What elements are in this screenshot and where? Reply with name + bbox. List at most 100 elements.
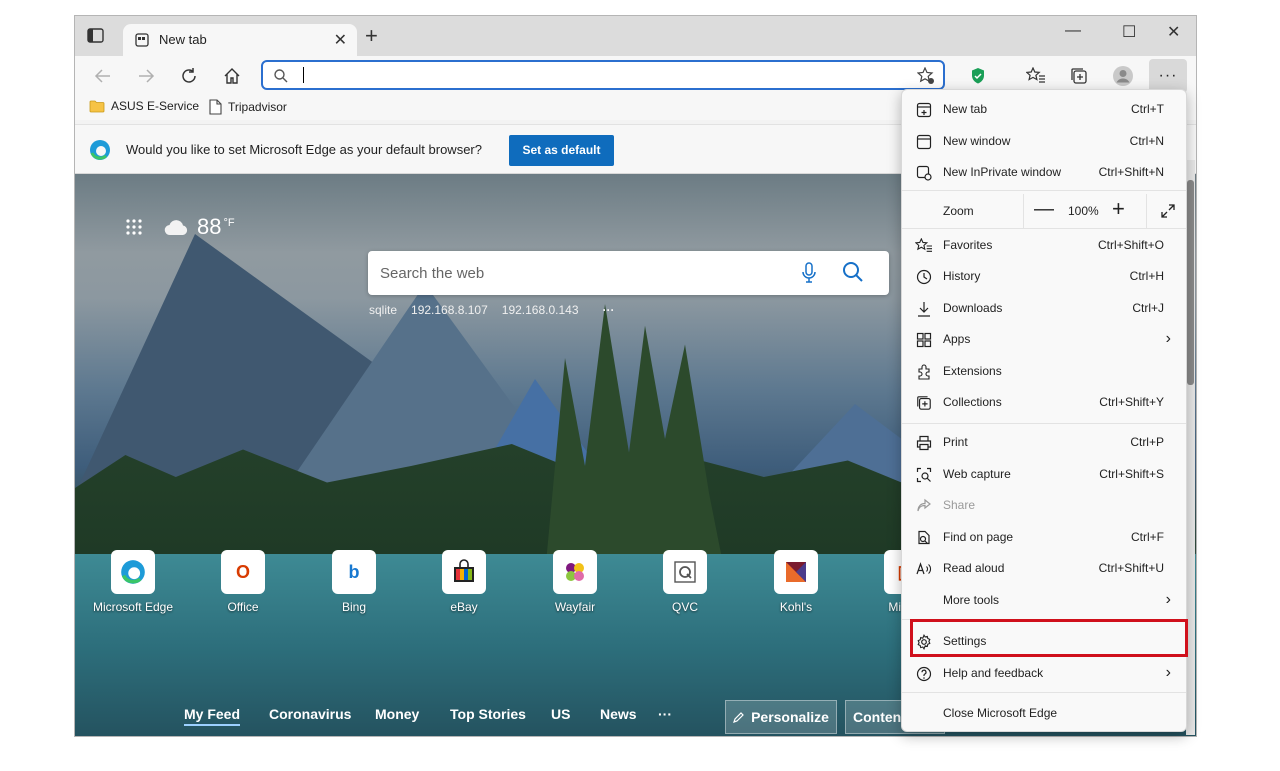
menu-item-extensions[interactable]: Extensions — [902, 356, 1186, 386]
microphone-icon[interactable] — [802, 262, 816, 289]
feed-tab-news[interactable]: News — [600, 706, 637, 722]
favorites-button[interactable] — [1024, 64, 1048, 88]
kohls-icon — [774, 550, 818, 594]
maximize-button[interactable]: ☐ — [1122, 22, 1136, 42]
top-site-qvc[interactable]: QVC — [630, 550, 740, 614]
settings-and-more-button[interactable]: ··· — [1149, 59, 1187, 93]
menu-item-history[interactable]: History Ctrl+H — [902, 261, 1186, 291]
feed-tab-my-feed[interactable]: My Feed — [184, 706, 241, 726]
menu-item-help-and-feedback[interactable]: Help and feedback › — [902, 658, 1186, 688]
top-site-microsoft-edge[interactable]: Microsoft Edge — [78, 550, 188, 614]
back-button[interactable] — [91, 64, 115, 88]
apps-icon — [915, 331, 933, 349]
avatar — [1113, 66, 1133, 86]
quick-link-sqlite[interactable]: sqlite — [369, 303, 397, 317]
personalize-button[interactable]: Personalize — [725, 700, 837, 734]
menu-item-shortcut: Ctrl+P — [1130, 435, 1164, 449]
menu-item-print[interactable]: Print Ctrl+P — [902, 427, 1186, 457]
close-window-button[interactable]: ✕ — [1167, 22, 1180, 42]
menu-item-favorites[interactable]: Favorites Ctrl+Shift+O — [902, 230, 1186, 260]
top-site-label: Kohl's — [779, 600, 813, 614]
tab-actions-icon[interactable] — [85, 26, 109, 48]
profile-button[interactable] — [1111, 64, 1135, 88]
app-launcher-icon[interactable] — [125, 218, 143, 241]
top-site-bing[interactable]: b Bing — [299, 550, 409, 614]
bookmark-tripadvisor[interactable]: Tripadvisor — [209, 99, 287, 115]
close-tab-icon[interactable]: ✕ — [334, 30, 347, 50]
menu-item-shortcut: Ctrl+Shift+U — [1098, 561, 1164, 575]
add-favorite-icon[interactable] — [916, 66, 935, 90]
menu-item-downloads[interactable]: Downloads Ctrl+J — [902, 293, 1186, 323]
menu-item-collections[interactable]: Collections Ctrl+Shift+Y — [902, 387, 1186, 417]
menu-item-close-microsoft-edge[interactable]: Close Microsoft Edge — [902, 698, 1186, 728]
menu-item-label: Close Microsoft Edge — [943, 706, 1058, 720]
search-submit-icon[interactable] — [842, 261, 864, 288]
menu-item-label: Find on page — [943, 530, 1014, 544]
weather-widget[interactable]: 88 °F — [163, 214, 235, 240]
chevron-right-icon: › — [1165, 664, 1171, 681]
refresh-button[interactable] — [177, 64, 201, 88]
scrollbar-thumb[interactable] — [1187, 180, 1194, 385]
menu-item-new-inprivate-window[interactable]: New InPrivate window Ctrl+Shift+N — [902, 157, 1186, 187]
quick-links-more-icon[interactable]: ··· — [603, 303, 615, 317]
collections-icon — [1071, 68, 1087, 84]
office-icon: O — [221, 550, 265, 594]
address-bar[interactable] — [261, 60, 945, 90]
menu-item-shortcut: Ctrl+T — [1131, 102, 1164, 116]
web-search-box[interactable] — [368, 251, 889, 295]
back-arrow-icon — [94, 69, 110, 83]
set-as-default-button[interactable]: Set as default — [509, 135, 614, 166]
zoom-out-button[interactable]: — — [1034, 198, 1054, 221]
menu-item-find-on-page[interactable]: Find on page Ctrl+F — [902, 522, 1186, 552]
infobar-message: Would you like to set Microsoft Edge as … — [126, 142, 482, 157]
feed-more-icon[interactable]: ··· — [658, 706, 672, 722]
menu-item-shortcut: Ctrl+H — [1129, 269, 1164, 283]
tab-new-tab[interactable]: New tab ✕ — [123, 24, 357, 56]
zoom-in-button[interactable]: + — [1112, 196, 1125, 222]
find-icon — [915, 529, 933, 547]
web-search-input[interactable] — [380, 263, 780, 283]
menu-item-new-tab[interactable]: New tab Ctrl+T — [902, 94, 1186, 124]
menu-item-label: Web capture — [943, 467, 1011, 481]
feed-tab-us[interactable]: US — [551, 706, 570, 722]
home-button[interactable] — [220, 64, 244, 88]
forward-button[interactable] — [134, 64, 158, 88]
menu-item-shortcut: Ctrl+F — [1131, 530, 1164, 544]
top-site-ebay[interactable]: eBay — [409, 550, 519, 614]
menu-item-label: New InPrivate window — [943, 165, 1062, 179]
share-icon — [915, 497, 933, 515]
menu-item-shortcut: Ctrl+Shift+O — [1097, 238, 1164, 252]
top-site-label: QVC — [671, 600, 698, 614]
feed-tab-top-stories[interactable]: Top Stories — [450, 706, 526, 722]
quick-link-ip-1[interactable]: 192.168.8.107 — [411, 303, 488, 317]
more-dots-icon: ··· — [1158, 67, 1178, 84]
text-cursor — [303, 67, 304, 83]
new-tab-button[interactable]: + — [365, 25, 378, 47]
menu-item-web-capture[interactable]: Web capture Ctrl+Shift+S — [902, 459, 1186, 489]
address-input[interactable] — [301, 66, 881, 86]
quick-link-ip-2[interactable]: 192.168.0.143 — [502, 303, 579, 317]
refresh-icon — [182, 68, 196, 83]
chevron-right-icon: › — [1165, 330, 1171, 347]
bookmark-asus-e-service[interactable]: ASUS E-Service — [89, 99, 199, 113]
top-site-office[interactable]: O Office — [188, 550, 298, 614]
minimize-button[interactable]: — — [1065, 22, 1081, 40]
menu-item-read-aloud[interactable]: Read aloud Ctrl+Shift+U — [902, 553, 1186, 583]
menu-item-new-window[interactable]: New window Ctrl+N — [902, 126, 1186, 156]
bookmark-label: ASUS E-Service — [111, 99, 200, 113]
help-icon — [915, 665, 933, 683]
new-tab-favicon-icon — [135, 33, 149, 52]
menu-item-more-tools[interactable]: More tools › — [902, 585, 1186, 615]
fullscreen-button[interactable] — [1146, 194, 1188, 228]
top-site-kohls[interactable]: Kohl's — [741, 550, 851, 614]
tab-strip: New tab ✕ + — ☐ ✕ — [75, 16, 1196, 56]
collections-button[interactable] — [1067, 64, 1091, 88]
menu-item-share[interactable]: Share — [902, 490, 1186, 520]
top-site-wayfair[interactable]: Wayfair — [520, 550, 630, 614]
fullscreen-icon — [1160, 204, 1175, 218]
menu-item-label: History — [943, 269, 981, 283]
menu-item-apps[interactable]: Apps › — [902, 324, 1186, 354]
feed-tab-coronavirus[interactable]: Coronavirus — [269, 706, 351, 722]
extension-shield-button[interactable] — [966, 64, 990, 88]
feed-tab-money[interactable]: Money — [375, 706, 419, 722]
